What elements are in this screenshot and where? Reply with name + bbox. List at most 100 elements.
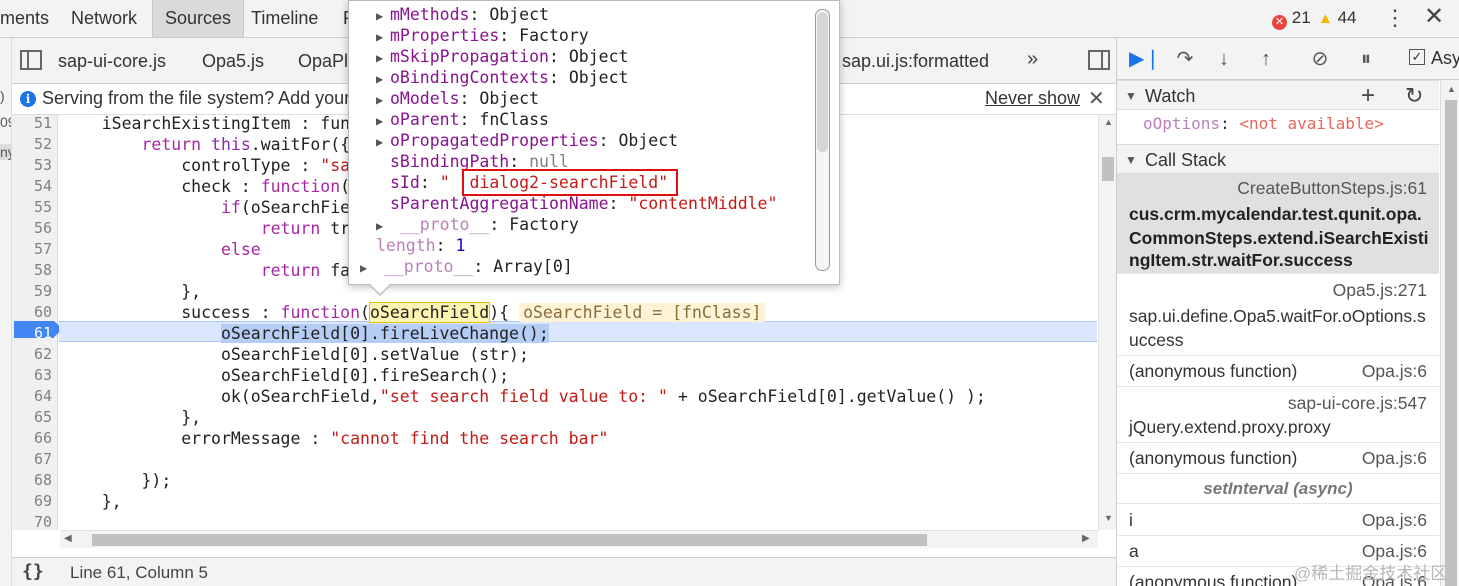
close-icon[interactable]: ✕ bbox=[1424, 4, 1444, 30]
line-gutter[interactable]: 51 52 53 54 55 56 57 58 59 60 61 62 63 6… bbox=[12, 115, 63, 530]
line-number[interactable]: 67 bbox=[12, 449, 58, 470]
error-icon: ✕ bbox=[1272, 15, 1287, 30]
code-line: return fa bbox=[260, 261, 351, 280]
property-row[interactable]: ▶ oParent: fnClass bbox=[376, 109, 549, 130]
expand-arrow-icon: ▶ bbox=[376, 72, 384, 86]
pause-on-exceptions-icon[interactable]: ⏸ bbox=[1353, 46, 1379, 72]
step-into-icon[interactable]: ↓ bbox=[1213, 46, 1235, 72]
editor-horizontal-scrollbar[interactable]: ◀ ▶ bbox=[60, 530, 1098, 548]
line-number[interactable]: 66 bbox=[12, 428, 58, 449]
tab-elements[interactable]: ments bbox=[0, 0, 61, 37]
line-number[interactable]: 56 bbox=[12, 218, 58, 239]
line-number[interactable]: 65 bbox=[12, 407, 58, 428]
line-number[interactable]: 64 bbox=[12, 386, 58, 407]
warning-icon: ▲ bbox=[1318, 10, 1333, 27]
scroll-left-icon[interactable]: ◀ bbox=[64, 533, 72, 544]
async-checkbox[interactable]: ✓ bbox=[1409, 49, 1425, 65]
call-frame[interactable]: i Opa.js:6 bbox=[1117, 505, 1439, 536]
line-number[interactable]: 55 bbox=[12, 197, 58, 218]
debugger-toolbar: ▶❘ ↷ ↓ ↑ ⊘ ⏸ ✓ Asy bbox=[1117, 38, 1459, 80]
line-number[interactable]: 58 bbox=[12, 260, 58, 281]
toggle-navigator-icon[interactable] bbox=[20, 50, 42, 70]
file-tab[interactable]: Opa5.js bbox=[202, 38, 264, 83]
property-row[interactable]: ▶ oPropagatedProperties: Object bbox=[376, 130, 678, 151]
expand-arrow-icon: ▶ bbox=[376, 93, 384, 107]
line-number[interactable]: 60 bbox=[12, 302, 58, 323]
warning-count-badge[interactable]: ▲ 44 bbox=[1318, 8, 1357, 28]
status-bar: {} Line 61, Column 5 bbox=[12, 557, 1116, 586]
line-number[interactable]: 68 bbox=[12, 470, 58, 491]
debugger-sidebar: ▶❘ ↷ ↓ ↑ ⊘ ⏸ ✓ Asy ▼ Watch + ↻ oOptions:… bbox=[1116, 38, 1459, 586]
scroll-up-icon[interactable]: ▲ bbox=[1447, 84, 1456, 94]
strip-text: 09 bbox=[0, 114, 11, 130]
more-options-icon[interactable]: ⋮ bbox=[1384, 5, 1406, 31]
property-row[interactable]: ▶ __proto__: Factory bbox=[376, 214, 579, 235]
scroll-thumb[interactable] bbox=[817, 12, 828, 152]
code-line-paused: oSearchField[0].fireLiveChange(); bbox=[220, 324, 549, 343]
more-tabs-icon[interactable]: » bbox=[1027, 48, 1038, 71]
watch-expression[interactable]: oOptions: <not available> bbox=[1143, 114, 1384, 133]
scroll-thumb[interactable] bbox=[1102, 157, 1114, 181]
strip-text: ) bbox=[0, 88, 5, 104]
line-number[interactable]: 52 bbox=[12, 134, 58, 155]
resume-icon[interactable]: ▶❘ bbox=[1129, 46, 1161, 72]
never-show-link[interactable]: Never show bbox=[985, 88, 1080, 109]
add-watch-icon[interactable]: + bbox=[1361, 81, 1375, 111]
close-icon[interactable]: ✕ bbox=[1088, 86, 1105, 111]
code-line: return this.waitFor({ bbox=[141, 135, 351, 154]
watch-section-header[interactable]: ▼ Watch + ↻ bbox=[1117, 80, 1439, 110]
call-frame[interactable]: Opa5.js:271 sap.ui.define.Opa5.waitFor.o… bbox=[1117, 274, 1439, 356]
tab-sources[interactable]: Sources bbox=[152, 0, 245, 37]
step-out-icon[interactable]: ↑ bbox=[1255, 46, 1277, 72]
code-line: if(oSearchFie bbox=[220, 198, 351, 217]
step-over-icon[interactable]: ↷ bbox=[1171, 46, 1199, 72]
property-row[interactable]: ▶ oBindingContexts: Object bbox=[376, 67, 628, 88]
code-line: oSearchField[0].fireSearch(); bbox=[62, 366, 510, 385]
property-row[interactable]: ▶ mSkipPropagation: Object bbox=[376, 46, 628, 67]
deactivate-breakpoints-icon[interactable]: ⊘ bbox=[1305, 46, 1335, 72]
line-number[interactable]: 53 bbox=[12, 155, 58, 176]
toggle-debugger-icon[interactable] bbox=[1088, 50, 1110, 70]
line-number[interactable]: 54 bbox=[12, 176, 58, 197]
line-number[interactable]: 62 bbox=[12, 344, 58, 365]
scroll-down-icon[interactable]: ▼ bbox=[1104, 513, 1113, 523]
property-row[interactable]: ▶ mMethods: Object bbox=[376, 4, 549, 25]
tab-network[interactable]: Network bbox=[59, 0, 149, 37]
object-preview-popover[interactable]: ▶ mMethods: Object ▶ mProperties: Factory … bbox=[348, 0, 840, 285]
scroll-right-icon[interactable]: ▶ bbox=[1082, 533, 1090, 544]
property-row[interactable]: ▶ mProperties: Factory bbox=[376, 25, 589, 46]
callstack-section-header[interactable]: ▼ Call Stack bbox=[1117, 144, 1439, 174]
line-number[interactable]: 51 bbox=[12, 115, 58, 134]
property-row[interactable]: ▶ oModels: Object bbox=[376, 88, 539, 109]
file-tab[interactable]: sap.ui.js:formatted bbox=[842, 38, 989, 83]
popover-scrollbar[interactable] bbox=[815, 9, 830, 271]
editor-vertical-scrollbar[interactable]: ▲ ▼ bbox=[1098, 115, 1116, 530]
line-number[interactable]: 70 bbox=[12, 512, 58, 530]
tab-timeline[interactable]: Timeline bbox=[239, 0, 330, 37]
refresh-icon[interactable]: ↻ bbox=[1405, 81, 1423, 111]
call-frame[interactable]: sap-ui-core.js:547 jQuery.extend.proxy.p… bbox=[1117, 387, 1439, 443]
pretty-print-button[interactable]: {} bbox=[22, 561, 44, 582]
highlight-box bbox=[462, 169, 678, 196]
line-number[interactable]: 59 bbox=[12, 281, 58, 302]
call-frame-selected[interactable]: CreateButtonSteps.js:61 cus.crm.mycalend… bbox=[1117, 174, 1439, 274]
property-row[interactable]: ▶ __proto__: Array[0] bbox=[360, 256, 573, 277]
hovered-variable[interactable]: oSearchField bbox=[368, 302, 491, 323]
scroll-thumb[interactable] bbox=[92, 534, 927, 546]
call-frame[interactable]: (anonymous function) Opa.js:6 bbox=[1117, 443, 1439, 474]
scroll-thumb[interactable] bbox=[1445, 100, 1457, 586]
popover-arrow bbox=[368, 283, 392, 296]
line-number-active[interactable]: 61 bbox=[12, 323, 58, 344]
scroll-up-icon[interactable]: ▲ bbox=[1104, 117, 1113, 127]
line-number[interactable]: 63 bbox=[12, 365, 58, 386]
expand-arrow-icon: ▶ bbox=[376, 9, 384, 23]
line-number[interactable]: 57 bbox=[12, 239, 58, 260]
error-count-badge[interactable]: ✕ 21 bbox=[1272, 8, 1311, 30]
code-line: }, bbox=[62, 408, 202, 427]
watermark: @稀土掘金技术社区 bbox=[1294, 564, 1448, 583]
line-number[interactable]: 69 bbox=[12, 491, 58, 512]
sidebar-scrollbar[interactable]: ▲ bbox=[1440, 80, 1459, 586]
file-tab[interactable]: sap-ui-core.js bbox=[58, 38, 166, 83]
file-tab[interactable]: OpaPl bbox=[298, 38, 348, 83]
call-frame[interactable]: (anonymous function) Opa.js:6 bbox=[1117, 356, 1439, 387]
